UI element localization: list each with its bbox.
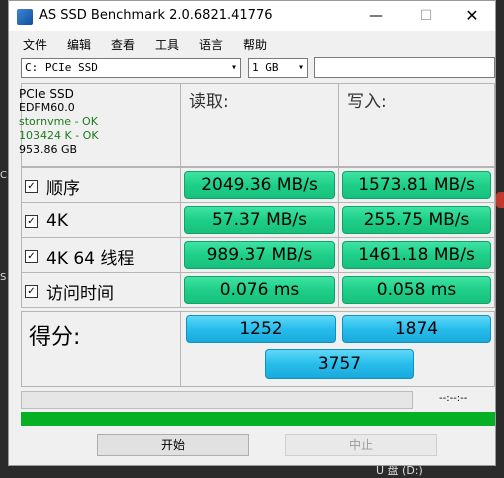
menu-edit[interactable]: 编辑 <box>67 36 91 53</box>
size-select[interactable]: 1 GB ▾ <box>248 58 308 78</box>
row-label-text: 顺序 <box>46 178 80 199</box>
drive-info: PCIe SSD EDFM60.0 stornvme - OK 103424 K… <box>19 87 99 157</box>
seq-read-result: 2049.36 MB/s <box>184 171 335 199</box>
background-text: S <box>0 272 7 283</box>
menu-file[interactable]: 文件 <box>23 36 47 53</box>
row-label-text: 4K 64 线程 <box>46 248 135 269</box>
score-label: 得分: <box>29 325 81 350</box>
maximize-button[interactable]: ☐ <box>403 1 449 31</box>
row-label-4k[interactable]: ✓ 4K <box>25 206 68 236</box>
drive-name: PCIe SSD <box>19 87 74 101</box>
start-button[interactable]: 开始 <box>97 434 249 456</box>
window-title: AS SSD Benchmark 2.0.6821.41776 <box>39 8 273 23</box>
drive-driver-status: stornvme - OK <box>19 115 98 128</box>
read-score: 1252 <box>186 315 336 343</box>
drive-firmware: EDFM60.0 <box>19 101 75 114</box>
drive-alignment-status: 103424 K - OK <box>19 129 99 142</box>
write-score: 1874 <box>342 315 491 343</box>
checkbox-checked-icon[interactable]: ✓ <box>25 284 38 298</box>
task-progress-track <box>21 391 413 409</box>
4k64-read-result: 989.37 MB/s <box>184 241 335 269</box>
menu-help[interactable]: 帮助 <box>243 36 267 53</box>
menu-tools[interactable]: 工具 <box>155 36 179 53</box>
row-label-text: 4K <box>46 211 68 231</box>
app-window: AS SSD Benchmark 2.0.6821.41776 — ☐ ✕ 文件… <box>8 0 496 466</box>
progress-fill <box>21 412 495 426</box>
drive-select[interactable]: C: PCIe SSD ▾ <box>21 58 241 78</box>
row-label-text: 访问时间 <box>46 283 114 304</box>
drive-select-value: C: PCIe SSD <box>25 61 98 74</box>
drive-capacity: 953.86 GB <box>19 143 78 156</box>
minimize-button[interactable]: — <box>353 1 399 31</box>
menu-view[interactable]: 查看 <box>111 36 135 53</box>
background-red-tab <box>496 192 504 208</box>
notes-input[interactable] <box>314 57 495 78</box>
progress-bar <box>21 412 495 426</box>
row-label-seq[interactable]: ✓ 顺序 <box>25 171 80 201</box>
background-text: C <box>0 170 7 181</box>
checkbox-checked-icon[interactable]: ✓ <box>25 249 38 263</box>
title-bar: AS SSD Benchmark 2.0.6821.41776 — ☐ ✕ <box>9 1 495 31</box>
4k-read-result: 57.37 MB/s <box>184 206 335 234</box>
seq-write-result: 1573.81 MB/s <box>342 171 491 199</box>
stop-button[interactable]: 中止 <box>285 434 437 456</box>
row-label-4k64[interactable]: ✓ 4K 64 线程 <box>25 241 134 271</box>
4k-write-result: 255.75 MB/s <box>342 206 491 234</box>
total-score: 3757 <box>265 349 414 379</box>
chevron-down-icon: ▾ <box>230 62 237 73</box>
row-label-access[interactable]: ✓ 访问时间 <box>25 276 114 306</box>
chevron-down-icon: ▾ <box>297 62 304 73</box>
checkbox-checked-icon[interactable]: ✓ <box>25 214 38 228</box>
4k64-write-result: 1461.18 MB/s <box>342 241 491 269</box>
app-icon <box>17 9 33 25</box>
elapsed-timer: --:--:-- <box>439 393 468 404</box>
write-column-header: 写入: <box>347 92 387 112</box>
close-button[interactable]: ✕ <box>449 1 495 31</box>
access-read-result: 0.076 ms <box>184 276 335 304</box>
access-write-result: 0.058 ms <box>342 276 491 304</box>
size-select-value: 1 GB <box>252 61 279 74</box>
menu-bar: 文件 编辑 查看 工具 语言 帮助 <box>9 33 495 55</box>
checkbox-checked-icon[interactable]: ✓ <box>25 179 38 193</box>
menu-language[interactable]: 语言 <box>199 36 223 53</box>
read-column-header: 读取: <box>189 92 229 112</box>
